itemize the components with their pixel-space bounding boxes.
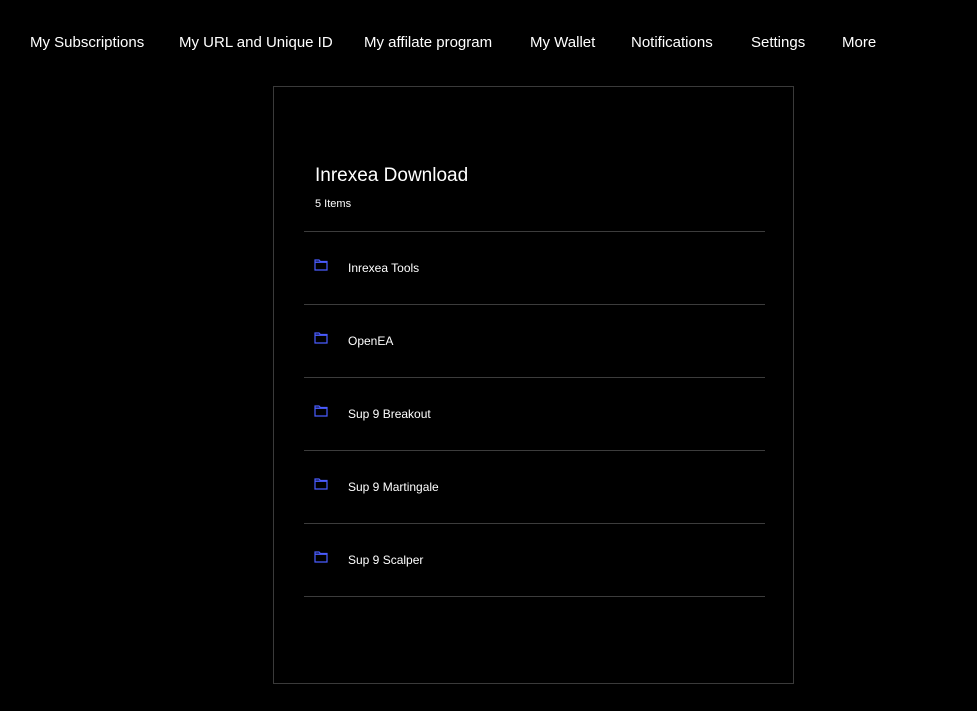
nav-item-my-affiliate-program[interactable]: My affilate program (364, 34, 492, 52)
list-item-label: Sup 9 Scalper (348, 553, 424, 567)
list-item-inrexea-tools[interactable]: Inrexea Tools (304, 231, 765, 304)
nav-item-my-subscriptions[interactable]: My Subscriptions (30, 34, 144, 52)
list-item-openea[interactable]: OpenEA (304, 304, 765, 377)
folder-icon (314, 478, 328, 490)
nav-item-more[interactable]: More (842, 34, 876, 52)
list-item-label: Inrexea Tools (348, 261, 420, 275)
nav-item-my-url-and-unique-id[interactable]: My URL and Unique ID (179, 34, 333, 52)
download-folder-panel: Inrexea Download 5 Items Inrexea Tools O… (273, 86, 794, 684)
list-item-sup-9-scalper[interactable]: Sup 9 Scalper (304, 523, 765, 597)
list-item-label: Sup 9 Martingale (348, 480, 439, 494)
nav-item-settings[interactable]: Settings (751, 34, 805, 52)
folder-icon (314, 259, 328, 271)
top-navigation: My Subscriptions My URL and Unique ID My… (0, 0, 977, 86)
list-item-sup-9-martingale[interactable]: Sup 9 Martingale (304, 450, 765, 523)
folder-icon (314, 332, 328, 344)
folder-title: Inrexea Download (315, 165, 469, 186)
nav-item-my-wallet[interactable]: My Wallet (530, 34, 595, 52)
nav-item-notifications[interactable]: Notifications (631, 34, 713, 52)
list-item-label: OpenEA (348, 334, 394, 348)
folder-icon (314, 551, 328, 563)
list-item-label: Sup 9 Breakout (348, 407, 431, 421)
folder-list: Inrexea Tools OpenEA Sup 9 Breakout Sup … (304, 231, 765, 597)
folder-icon (314, 405, 328, 417)
list-item-sup-9-breakout[interactable]: Sup 9 Breakout (304, 377, 765, 450)
item-count: 5 Items (315, 198, 352, 210)
